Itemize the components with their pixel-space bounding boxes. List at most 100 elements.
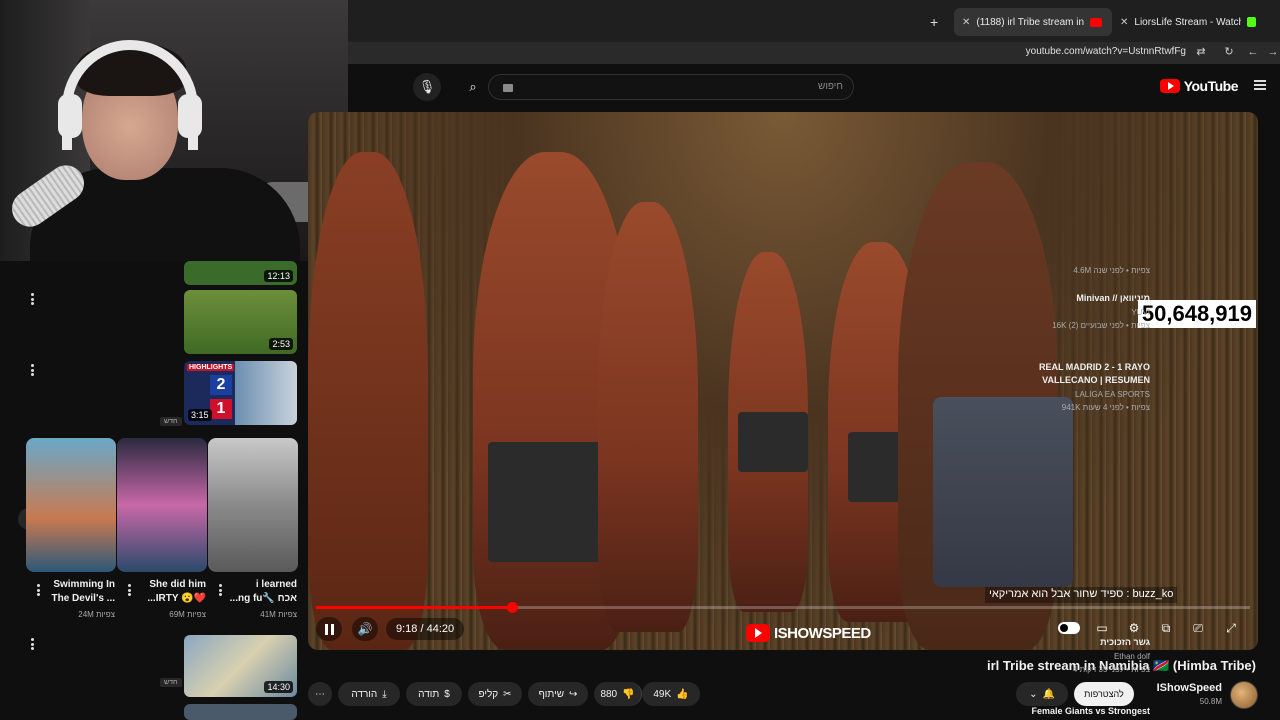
search-input[interactable]: חיפוש [488, 74, 854, 100]
tab-active[interactable]: ✕ (1188) irl Tribe stream in Na [954, 8, 1112, 36]
watermark-text: ISHOWSPEED [774, 624, 871, 642]
youtube-logo-text: YouTube [1183, 78, 1239, 94]
video-thumbnail[interactable]: HIGHLIGHTS 2 1 3:15 [184, 361, 297, 425]
bell-icon: 🔔 [1042, 688, 1055, 700]
short-title[interactable]: Swimming In [53, 578, 115, 592]
more-actions-button[interactable]: ⋯ [308, 682, 332, 706]
short-title-line-2[interactable]: The Devil's ... [51, 592, 115, 606]
channel-name[interactable]: YUVI [1131, 308, 1150, 317]
more-options-icon[interactable] [127, 584, 131, 596]
dislike-button[interactable]: 880 👎 [594, 682, 642, 706]
video-title-line-2[interactable]: VALLECANO | RESUMEN [1042, 375, 1150, 385]
new-badge: חדש [160, 417, 182, 426]
like-button[interactable]: 49K 👍 [642, 682, 700, 706]
youtube-favicon-icon [1090, 17, 1103, 27]
chevron-down-icon: ⌄ [1029, 688, 1038, 700]
video-figure [308, 152, 428, 650]
browser-tab-bar: + ✕ (1188) irl Tribe stream in Na ✕ Lior… [348, 0, 1280, 42]
video-thumbnail[interactable]: 14:30 [184, 635, 297, 697]
back-icon[interactable]: ← [1246, 45, 1260, 59]
progress-bar[interactable] [316, 602, 1250, 613]
video-figure [598, 202, 698, 632]
download-label: הורדה [351, 688, 378, 700]
new-tab-button[interactable]: + [930, 14, 938, 30]
subtitles-icon[interactable]: ▭ [1092, 620, 1112, 636]
tab-label: LiorsLife Stream - Watch Live o [1134, 16, 1240, 28]
volume-icon[interactable]: 🔊 [352, 617, 378, 641]
url-field[interactable]: youtube.com/watch?v=UstnnRtwfFg [1026, 46, 1186, 57]
share-button[interactable]: שיתוף ↪ [528, 682, 588, 706]
time-display: 9:18 / 44:20 [386, 618, 465, 640]
short-title-line-2[interactable]: ...IRTY 😮❤️ [147, 592, 206, 606]
cast-icon[interactable]: ⎚ [1188, 620, 1208, 636]
dislike-count: 880 [600, 688, 618, 700]
search-button[interactable]: ⌕ [459, 73, 487, 101]
duration-badge: 14:30 [264, 681, 293, 693]
more-options-icon[interactable] [30, 638, 34, 650]
video-skirt [738, 412, 808, 472]
short-thumbnail[interactable] [26, 438, 116, 572]
video-thumbnail[interactable]: 2:53 [184, 290, 297, 354]
fullscreen-icon[interactable]: ⤢ [1221, 620, 1241, 636]
join-button[interactable]: להצטרפות [1074, 682, 1134, 706]
settings-gear-icon[interactable]: ⚙ [1124, 620, 1144, 636]
more-options-icon[interactable] [30, 293, 34, 305]
video-meta: 941K צפיות • לפני 4 שעות [1061, 403, 1150, 412]
reload-icon[interactable]: ↻ [1222, 45, 1236, 59]
short-views: 41M צפיות [260, 610, 297, 619]
clip-button[interactable]: קליפ ✂ [468, 682, 522, 706]
download-icon: ⤓ [382, 688, 387, 700]
forward-icon[interactable]: → [1266, 45, 1280, 59]
video-thumbnail[interactable] [184, 704, 297, 720]
voice-search-icon[interactable]: 🎙 [413, 73, 441, 101]
tab-close-icon[interactable]: ✕ [1120, 17, 1128, 28]
thumbs-up-icon: 👍 [676, 688, 689, 700]
video-title[interactable]: Minivan // מיניוואן [1076, 293, 1150, 303]
video-thumbnail[interactable]: 12:13 [184, 261, 297, 285]
short-thumbnail[interactable] [208, 438, 298, 572]
video-shorts [933, 397, 1073, 587]
streamer-webcam [0, 0, 348, 261]
youtube-play-icon [746, 624, 770, 642]
duration-badge: 2:53 [269, 338, 293, 350]
thanks-label: תודה [418, 688, 440, 700]
pause-button[interactable] [316, 617, 342, 641]
miniplayer-icon[interactable]: ⧉ [1156, 620, 1176, 636]
short-title[interactable]: i learned [256, 578, 297, 592]
short-views: 24M צפיות [78, 610, 115, 619]
new-badge: חדש [160, 678, 182, 687]
more-options-icon[interactable] [30, 364, 34, 376]
youtube-play-icon [1159, 79, 1180, 93]
thanks-button[interactable]: תודה $ [406, 682, 462, 706]
short-title-line-2[interactable]: ...ng fu🔧 אכח [230, 592, 297, 606]
channel-subscribers: 50.8M [1199, 697, 1222, 706]
channel-watermark: ISHOWSPEED [746, 624, 871, 642]
more-options-icon[interactable] [36, 584, 40, 596]
channel-name[interactable]: IShowSpeed [1157, 682, 1222, 694]
youtube-logo[interactable]: YouTube [1159, 78, 1239, 94]
channel-avatar[interactable] [1230, 681, 1258, 709]
like-count: 49K [653, 688, 672, 700]
video-title[interactable]: גשר הזכוכית [1100, 637, 1150, 647]
video-meta: 4 צפיות • לפני 35 דקות [1072, 665, 1150, 674]
download-button[interactable]: הורדה ⤓ [338, 682, 400, 706]
more-options-icon[interactable] [218, 584, 222, 596]
hamburger-menu-icon[interactable] [1254, 80, 1266, 90]
tab-inactive[interactable]: ✕ LiorsLife Stream - Watch Live o [1112, 8, 1264, 36]
short-thumbnail[interactable] [117, 438, 207, 572]
share-label: שיתוף [538, 688, 565, 700]
channel-name[interactable]: Ethan dolf [1114, 652, 1150, 661]
channel-name[interactable]: LALIGA EA SPORTS [1075, 390, 1150, 399]
video-title[interactable]: Female Giants vs Strongest [1031, 706, 1150, 716]
short-views: 69M צפיות [169, 610, 206, 619]
video-title[interactable]: REAL MADRID 2 - 1 RAYO [1039, 362, 1150, 372]
short-title[interactable]: She did him [149, 578, 206, 592]
site-settings-icon[interactable]: ⇄ [1194, 45, 1208, 59]
notifications-bell-button[interactable]: ⌄ 🔔 [1016, 682, 1068, 706]
tab-close-icon[interactable]: ✕ [962, 17, 970, 28]
share-icon: ↪ [569, 688, 578, 700]
headset-ear-left [58, 94, 82, 138]
view-counter-overlay: 50,648,919 [1137, 300, 1256, 328]
autoplay-toggle[interactable] [1058, 622, 1080, 634]
search-placeholder: חיפוש [818, 81, 843, 92]
